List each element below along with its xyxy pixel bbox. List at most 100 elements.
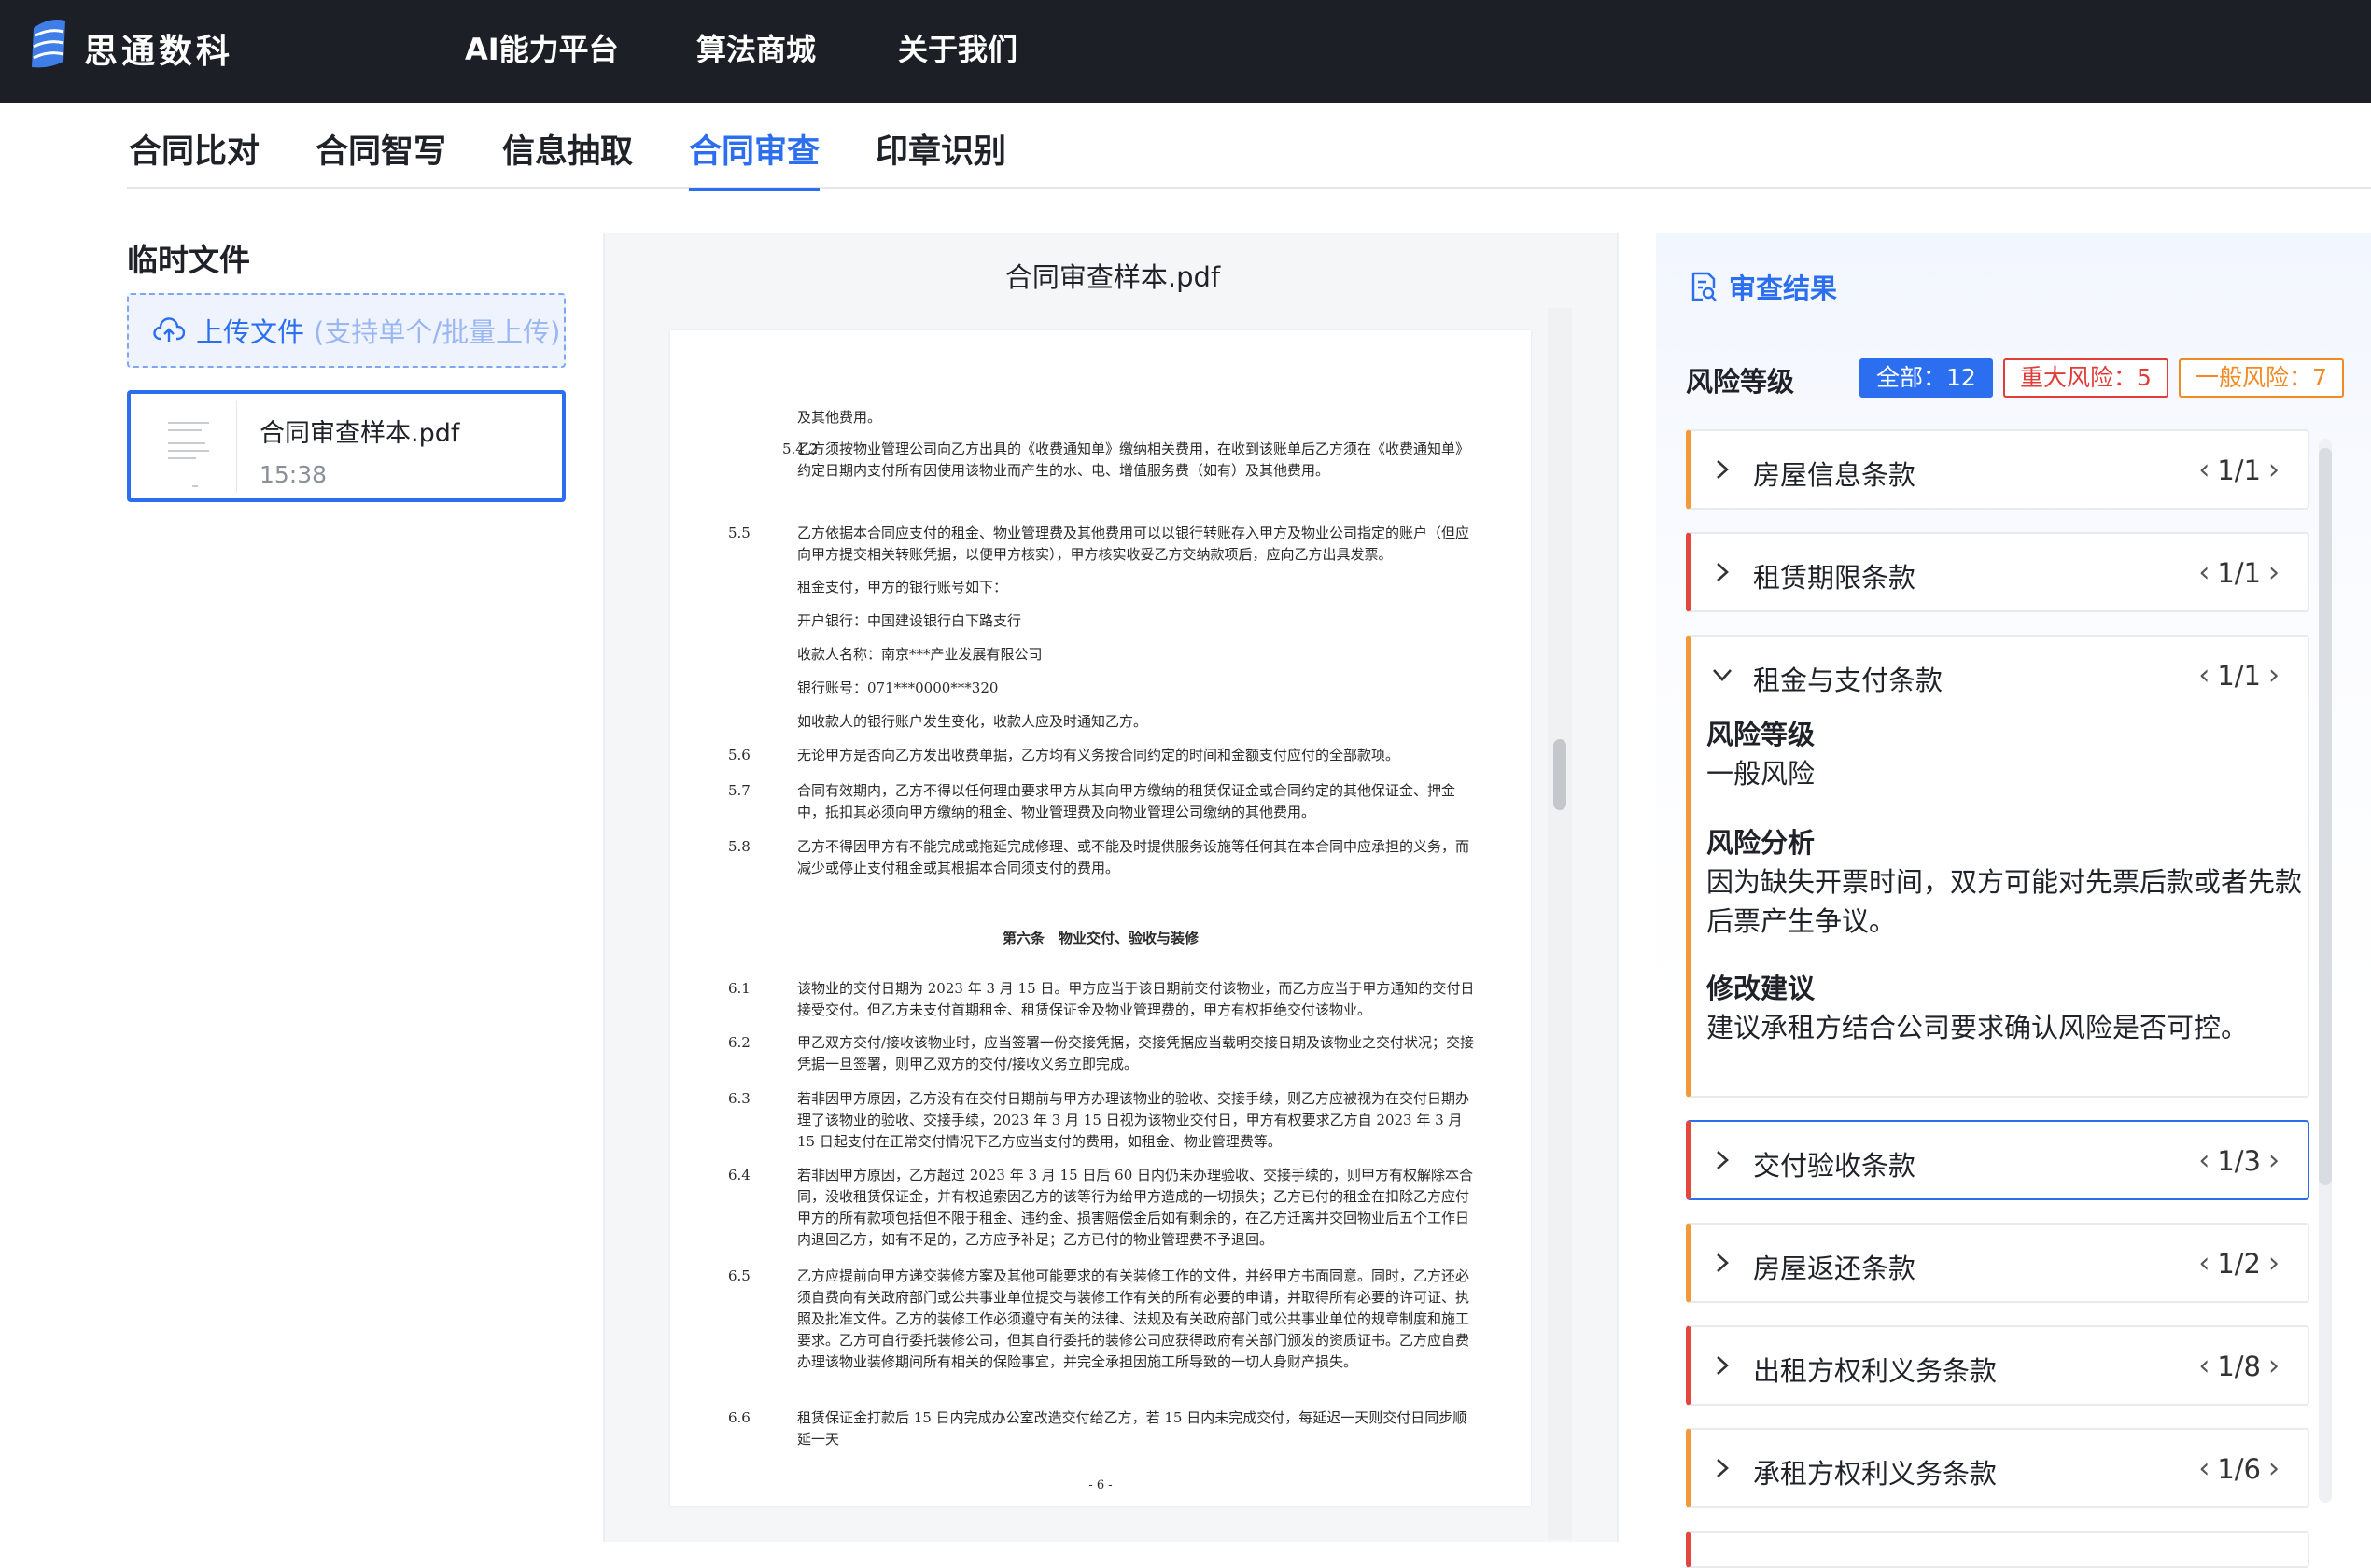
pager-count: 1/1 (2217, 454, 2261, 486)
result-item-name: 承租方权利义务条款 (1753, 1458, 1998, 1490)
file-card[interactable]: 合同审查样本.pdf 15:38 (127, 390, 566, 502)
pager-count: 1/2 (2217, 1247, 2261, 1280)
tab-seal-recognition[interactable]: 印章识别 (876, 125, 1006, 188)
clause-text: 租赁保证金打款后 15 日内完成办公室改造交付给乙方，若 15 日内未完成交付，… (797, 1409, 1467, 1448)
file-name: 合同审查样本.pdf (260, 419, 460, 448)
document-search-icon (1691, 272, 1717, 301)
result-pager: ‹ 1/1 › (2191, 556, 2287, 589)
viewer-title: 合同审查样本.pdf (1004, 261, 1221, 293)
pager-count: 1/1 (2217, 659, 2261, 692)
result-item[interactable]: 房屋信息条款 ‹ 1/1 › (1686, 429, 2309, 510)
tab-info-extract[interactable]: 信息抽取 (502, 125, 633, 188)
result-item-name: 房屋信息条款 (1753, 459, 1916, 491)
prev-icon[interactable]: ‹ (2198, 1247, 2210, 1280)
result-item[interactable]: 租赁期限条款 ‹ 1/1 › (1686, 532, 2309, 612)
results-scrollbar[interactable] (2319, 439, 2332, 1503)
chevron-right-icon[interactable] (1708, 558, 1736, 586)
chevron-right-icon[interactable] (1708, 1249, 1736, 1277)
filter-all-badge[interactable]: 全部：12 (1859, 358, 1993, 398)
tab-contract-write[interactable]: 合同智写 (316, 125, 446, 188)
prev-icon[interactable]: ‹ (2198, 556, 2210, 589)
clause-number: 6.1 (728, 980, 751, 997)
risk-level-label: 风险等级 (1686, 366, 1795, 398)
detail-advice-label: 修改建议 (1706, 973, 1816, 1004)
result-pager: ‹ 1/1 › (2191, 454, 2287, 486)
file-time: 15:38 (260, 461, 328, 488)
tab-contract-compare[interactable]: 合同比对 (129, 125, 260, 188)
nav-ai-platform[interactable]: AI能力平台 (465, 26, 619, 69)
next-icon[interactable]: › (2268, 556, 2280, 589)
viewer-scrollbar[interactable] (1548, 308, 1572, 1540)
nav-about-us[interactable]: 关于我们 (898, 26, 1017, 69)
result-item[interactable]: 出租方权利义务条款 ‹ 1/8 › (1686, 1325, 2309, 1406)
result-item-name: 房屋返还条款 (1753, 1253, 1916, 1284)
detail-risk-level: 一般风险 (1706, 758, 1816, 790)
clause-text: 乙方应提前向甲方递交装修方案及其他可能要求的有关装修工作的文件，并经甲方书面同意… (797, 1267, 1470, 1370)
clause-number: 6.2 (728, 1034, 751, 1051)
pager-count: 1/3 (2217, 1144, 2261, 1177)
prev-icon[interactable]: ‹ (2198, 1452, 2210, 1485)
next-icon[interactable]: › (2268, 1452, 2280, 1485)
temp-files-title: 临时文件 (127, 242, 250, 278)
next-icon[interactable]: › (2268, 1247, 2280, 1280)
function-tabs: 合同比对 合同智写 信息抽取 合同审查 印章识别 (127, 103, 2371, 191)
result-item[interactable]: 房屋返还条款 ‹ 1/2 › (1686, 1223, 2309, 1303)
prev-icon[interactable]: ‹ (2198, 454, 2210, 486)
chevron-right-icon[interactable] (1708, 1351, 1736, 1379)
upload-button[interactable]: 上传文件 (支持单个/批量上传) (127, 293, 566, 368)
top-bar: 思通数科 AI能力平台 算法商城 关于我们 (0, 0, 2371, 103)
next-icon[interactable]: › (2268, 1350, 2280, 1382)
result-item-partial[interactable] (1686, 1531, 2309, 1568)
clause-text: 乙方须按物业管理公司向乙方出具的《收费通知单》缴纳相关费用，在收到该账单后乙方须… (797, 441, 1470, 479)
clause-number: 6.3 (728, 1090, 751, 1107)
next-icon[interactable]: › (2268, 454, 2280, 486)
result-item-name: 出租方权利义务条款 (1753, 1355, 1998, 1387)
chevron-right-icon[interactable] (1708, 455, 1736, 483)
clause-text: 租金支付，甲方的银行账号如下： (797, 579, 1008, 595)
detail-risk-level-label: 风险等级 (1706, 719, 1816, 750)
detail-analysis: 因为缺失开票时间，双方可能对先票后款或者先款后票产生争议。 (1706, 866, 2303, 937)
clause-number: 6.4 (728, 1167, 751, 1183)
clause-number: 6.5 (728, 1267, 751, 1284)
pdf-viewer: 合同审查样本.pdf 及其他费用。 5.4.2 乙方须按物业管理公司向乙方出具的… (603, 233, 1619, 1542)
page-number: - 6 - (1088, 1478, 1113, 1492)
upload-hint: (支持单个/批量上传) (314, 316, 561, 348)
clause-text: 如收款人的银行账户发生变化，收款人应及时通知乙方。 (797, 713, 1148, 730)
clause-number: 5.6 (728, 747, 751, 763)
chevron-down-icon[interactable] (1708, 661, 1736, 689)
results-title: 审查结果 (1690, 267, 1837, 306)
result-item[interactable]: 承租方权利义务条款 ‹ 1/6 › (1686, 1428, 2309, 1508)
pdf-page: 及其他费用。 5.4.2 乙方须按物业管理公司向乙方出具的《收费通知单》缴纳相关… (670, 330, 1531, 1506)
filter-major-risk-badge[interactable]: 重大风险：5 (2003, 358, 2168, 398)
chevron-right-icon[interactable] (1708, 1454, 1736, 1482)
clause-text: 无论甲方是否向乙方发出收费单据，乙方均有义务按合同约定的时间和金额支付应付的全部… (797, 747, 1400, 763)
clause-text: 收款人名称：南京***产业发展有限公司 (797, 646, 1043, 663)
clause-number: 5.5 (728, 525, 751, 541)
result-pager: ‹ 1/6 › (2191, 1452, 2287, 1485)
section-heading: 第六条 物业交付、验收与装修 (1002, 930, 1199, 946)
tab-contract-review[interactable]: 合同审查 (689, 125, 821, 191)
filter-minor-risk-badge[interactable]: 一般风险：7 (2179, 358, 2344, 398)
next-icon[interactable]: › (2268, 1144, 2280, 1177)
result-item-name: 交付验收条款 (1753, 1150, 1916, 1182)
result-pager: ‹ 1/2 › (2191, 1247, 2287, 1280)
cloud-upload-icon (153, 317, 185, 342)
prev-icon[interactable]: ‹ (2198, 659, 2210, 692)
pager-count: 1/8 (2217, 1350, 2261, 1382)
review-results-panel: 审查结果 风险等级 全部：12 重大风险：5 一般风险：7 房屋信息条款 ‹ 1/… (1656, 233, 2371, 1568)
clause-text: 乙方依据本合同应支付的租金、物业管理费及其他费用可以以银行转账存入甲方及物业公司… (797, 525, 1470, 563)
prev-icon[interactable]: ‹ (2198, 1350, 2210, 1382)
prev-icon[interactable]: ‹ (2198, 1144, 2210, 1177)
result-item-selected[interactable]: 交付验收条款 ‹ 1/3 › (1686, 1120, 2309, 1200)
clause-text: 若非因甲方原因，乙方没有在交付日期前与甲方办理该物业的验收、交接手续，则乙方应被… (797, 1090, 1470, 1150)
viewer-scroll-thumb[interactable] (1553, 739, 1566, 810)
logo-icon (32, 20, 65, 68)
clause-text: 开户银行：中国建设银行白下路支行 (797, 612, 1022, 629)
results-scroll-thumb[interactable] (2319, 448, 2332, 1185)
result-item-expanded[interactable]: 租金与支付条款 ‹ 1/1 › 风险等级 一般风险 风险分析 因为缺失开票时间，双方… (1686, 635, 2309, 1098)
clause-text: 银行账号：071***0000***320 (797, 679, 999, 696)
chevron-right-icon[interactable] (1708, 1146, 1736, 1174)
next-icon[interactable]: › (2268, 659, 2280, 692)
nav-algorithm-store[interactable]: 算法商城 (696, 26, 816, 69)
detail-advice: 建议承租方结合公司要求确认风险是否可控。 (1706, 1012, 2249, 1043)
